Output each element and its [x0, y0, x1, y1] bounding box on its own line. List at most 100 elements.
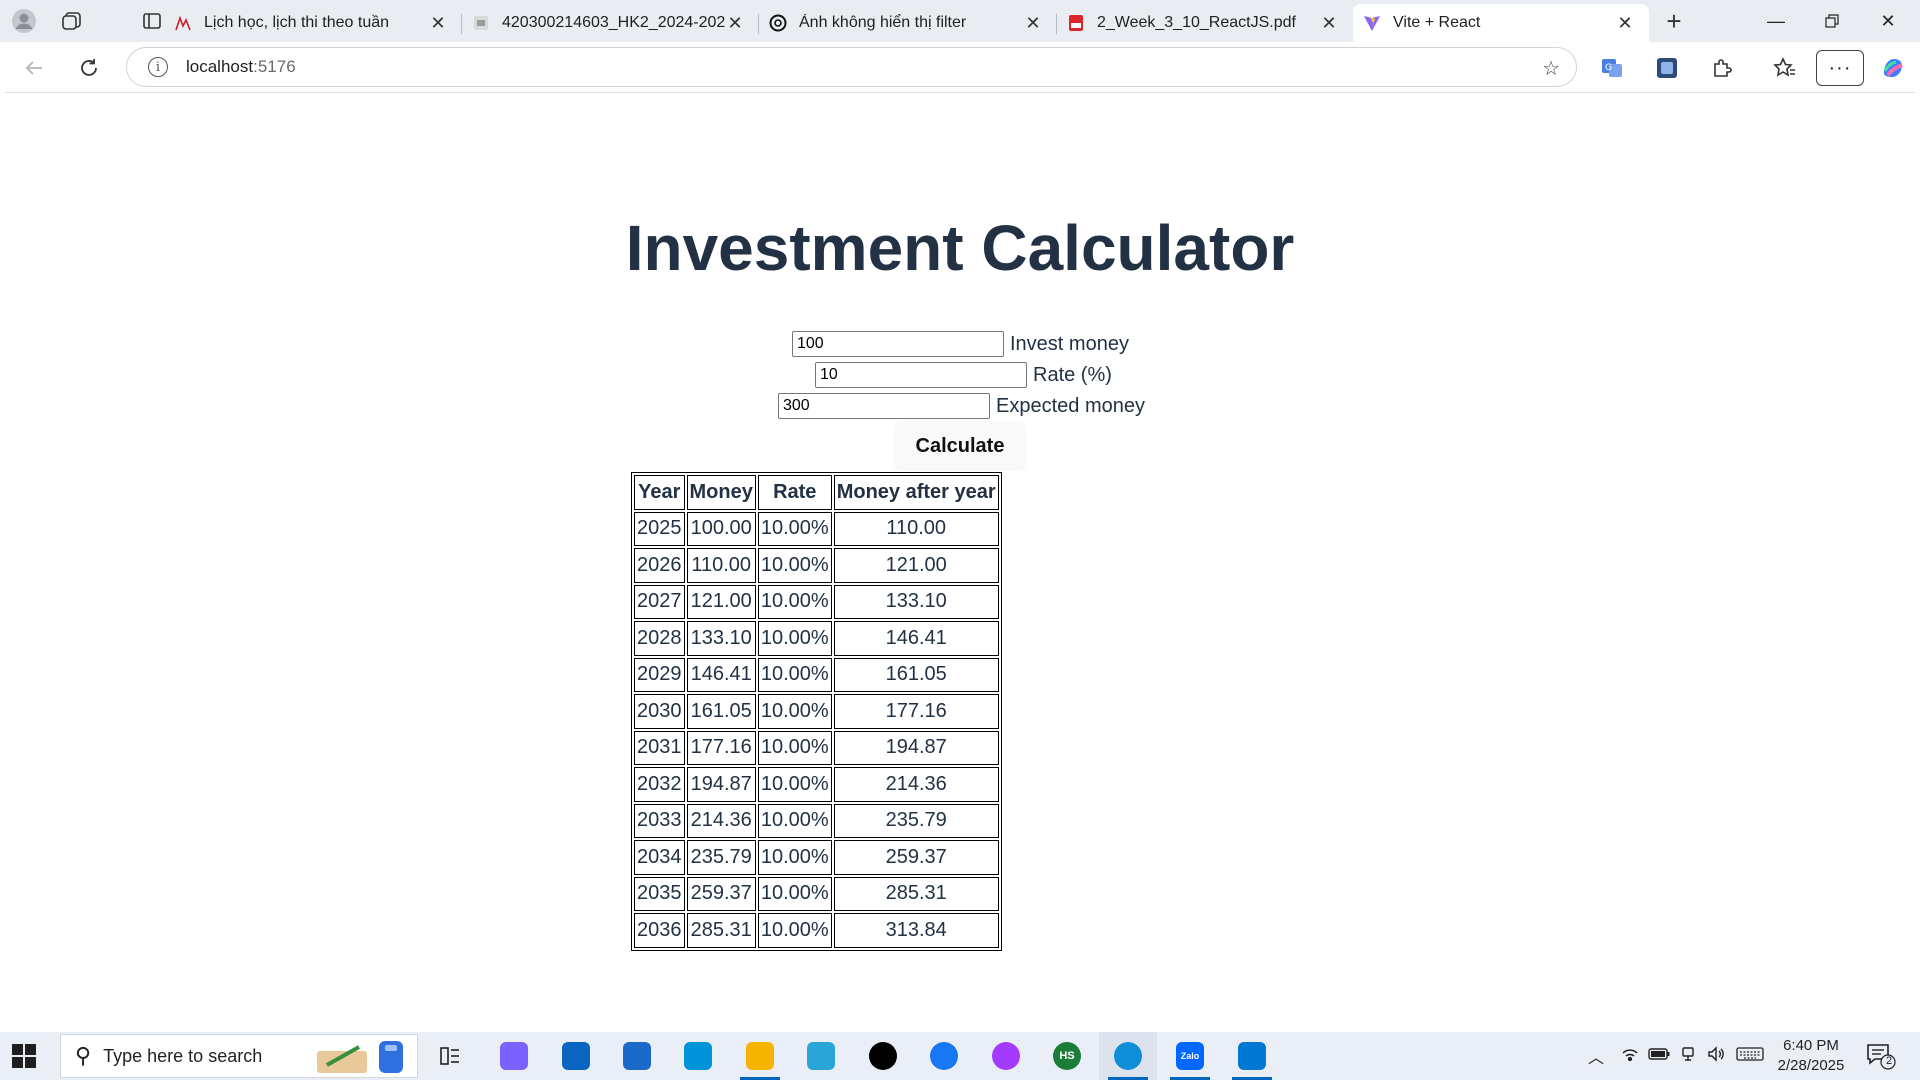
- browser-toolbar: i localhost:5176 ☆ G: [0, 42, 1920, 92]
- tiktok-icon[interactable]: [865, 1038, 901, 1074]
- cell-rate: 10.00%: [757, 840, 832, 875]
- cell-rate: 10.00%: [757, 657, 832, 692]
- cell-money-after-year: 177.16: [833, 694, 999, 729]
- hs-app-icon[interactable]: HS: [1049, 1038, 1085, 1074]
- invest-money-input[interactable]: [792, 331, 1004, 357]
- workspaces-icon[interactable]: [48, 0, 96, 42]
- address-url: localhost:5176: [186, 57, 296, 77]
- window-close-button[interactable]: ✕: [1860, 0, 1916, 42]
- search-highlight-icon: [317, 1041, 403, 1073]
- rate-input[interactable]: [815, 362, 1027, 388]
- vscode-icon[interactable]: [1234, 1038, 1270, 1074]
- close-icon[interactable]: ✕: [428, 13, 448, 34]
- expected-money-row: Expected money: [778, 392, 1145, 420]
- cell-rate: 10.00%: [757, 767, 832, 802]
- tab-course[interactable]: 420300214603_HK2_2024-2025: N ✕: [462, 4, 759, 42]
- url-port: :5176: [253, 57, 296, 76]
- cell-money-after-year: 146.41: [833, 621, 999, 656]
- favorites-icon[interactable]: [1767, 50, 1803, 86]
- cell-money-after-year: 161.05: [833, 657, 999, 692]
- tab-schedule[interactable]: Lịch học, lịch thi theo tuần ✕: [164, 4, 462, 42]
- column-header-money-after-year: Money after year: [833, 475, 999, 510]
- close-icon[interactable]: ✕: [725, 13, 745, 34]
- edge-icon[interactable]: [1110, 1038, 1146, 1074]
- wifi-icon[interactable]: [1616, 1046, 1644, 1067]
- translate-icon[interactable]: G: [1594, 50, 1630, 86]
- table-row: 2026 110.00 10.00% 121.00: [634, 548, 999, 583]
- notification-badge: 2: [1885, 1055, 1893, 1067]
- clock-time: 6:40 PM: [1783, 1037, 1839, 1054]
- windows-start-icon[interactable]: [12, 1044, 36, 1068]
- file-explorer-icon[interactable]: [742, 1038, 778, 1074]
- address-bar[interactable]: i localhost:5176 ☆: [126, 47, 1577, 87]
- restore-button[interactable]: [1804, 0, 1860, 42]
- cell-year: 2026: [634, 548, 685, 583]
- refresh-button[interactable]: [71, 50, 107, 86]
- cell-money-after-year: 110.00: [833, 511, 999, 546]
- windows-taskbar: ⚲ Type here to search HS Zalo ︿ 6:40 PM 2…: [0, 1032, 1920, 1080]
- pdf-icon: [1067, 14, 1085, 32]
- site-info-icon[interactable]: i: [148, 57, 168, 77]
- cell-money-after-year: 121.00: [833, 548, 999, 583]
- url-host: localhost: [186, 57, 254, 76]
- close-icon[interactable]: ✕: [1615, 13, 1635, 34]
- back-button[interactable]: [16, 50, 52, 86]
- tab-vite-react[interactable]: Vite + React ✕: [1353, 4, 1649, 42]
- system-tray: ︿: [1582, 1032, 1770, 1080]
- tab-chatgpt[interactable]: Ảnh không hiển thị filter ✕: [759, 4, 1057, 42]
- outlook-icon[interactable]: [558, 1038, 594, 1074]
- tab-title: Vite + React: [1393, 14, 1481, 31]
- keyboard-icon[interactable]: [1730, 1046, 1770, 1067]
- table-row: 2035 259.37 10.00% 285.31: [634, 876, 999, 911]
- battery-icon[interactable]: [1644, 1047, 1674, 1066]
- settings-more-button[interactable]: ···: [1816, 50, 1864, 86]
- volume-icon[interactable]: [1702, 1045, 1730, 1067]
- cell-money-after-year: 285.31: [833, 876, 999, 911]
- cell-money: 177.16: [686, 730, 756, 765]
- notification-center-icon[interactable]: 2: [1866, 1042, 1896, 1070]
- cell-money-after-year: 313.84: [833, 913, 999, 948]
- close-icon[interactable]: ✕: [1023, 13, 1043, 34]
- rate-label: Rate (%): [1033, 363, 1112, 386]
- cell-money: 110.00: [686, 548, 756, 583]
- new-tab-button[interactable]: +: [1654, 4, 1694, 38]
- tab-bar: Lịch học, lịch thi theo tuần ✕ 420300214…: [0, 0, 1920, 42]
- minimize-button[interactable]: —: [1748, 0, 1804, 42]
- cell-rate: 10.00%: [757, 803, 832, 838]
- copilot-icon[interactable]: [1875, 50, 1911, 86]
- cell-money: 194.87: [686, 767, 756, 802]
- cell-year: 2034: [634, 840, 685, 875]
- messenger-icon[interactable]: [988, 1038, 1024, 1074]
- cell-year: 2025: [634, 511, 685, 546]
- favorite-star-icon[interactable]: ☆: [1542, 56, 1560, 81]
- tab-pdf[interactable]: 2_Week_3_10_ReactJS.pdf ✕: [1057, 4, 1353, 42]
- cell-year: 2033: [634, 803, 685, 838]
- cell-year: 2029: [634, 657, 685, 692]
- expected-money-input[interactable]: [778, 393, 990, 419]
- profile-icon[interactable]: [0, 0, 48, 42]
- cell-rate: 10.00%: [757, 511, 832, 546]
- table-row: 2036 285.31 10.00% 313.84: [634, 913, 999, 948]
- facebook-icon[interactable]: [926, 1038, 962, 1074]
- search-placeholder: Type here to search: [103, 1045, 263, 1066]
- extensions-puzzle-icon[interactable]: [1704, 50, 1740, 86]
- snipping-tool-icon[interactable]: [680, 1038, 716, 1074]
- table-row: 2031 177.16 10.00% 194.87: [634, 730, 999, 765]
- extension-icon[interactable]: [1649, 50, 1685, 86]
- taskbar-search-box[interactable]: ⚲ Type here to search: [60, 1034, 418, 1078]
- calculate-button[interactable]: Calculate: [894, 421, 1026, 471]
- microsoft-store-icon[interactable]: [619, 1038, 655, 1074]
- close-icon[interactable]: ✕: [1319, 13, 1339, 34]
- cell-money: 121.00: [686, 584, 756, 619]
- task-view-icon[interactable]: [432, 1038, 468, 1074]
- zalo-icon[interactable]: Zalo: [1172, 1038, 1208, 1074]
- cell-rate: 10.00%: [757, 876, 832, 911]
- table-header-row: Year Money Rate Money after year: [634, 475, 999, 510]
- copilot-icon[interactable]: [496, 1038, 532, 1074]
- network-icon[interactable]: [1674, 1046, 1702, 1067]
- system-clock[interactable]: 6:40 PM 2/28/2025: [1766, 1036, 1856, 1076]
- photos-icon[interactable]: [803, 1038, 839, 1074]
- chevron-up-icon[interactable]: ︿: [1582, 1044, 1610, 1068]
- page-title: Investment Calculator: [625, 212, 1295, 284]
- svg-text:G: G: [1605, 63, 1612, 73]
